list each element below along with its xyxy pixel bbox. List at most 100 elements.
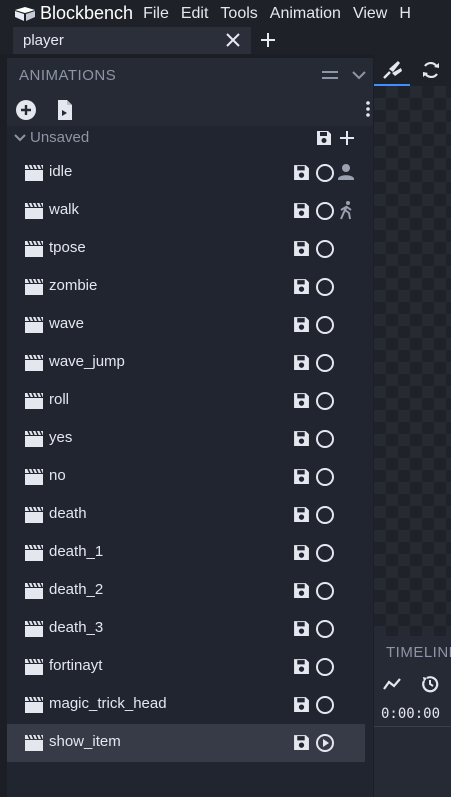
save-icon[interactable] [293,506,310,523]
play-circle-icon[interactable] [315,733,335,753]
animation-row[interactable]: idle [7,154,365,192]
3d-viewport[interactable] [374,86,451,636]
graph-editor-icon[interactable] [382,674,402,694]
animation-row[interactable]: magic_trick_head [7,686,365,724]
menu-view[interactable]: View [353,5,387,23]
timer-icon[interactable] [420,674,440,694]
animation-row[interactable]: death [7,496,365,534]
new-tab-plus-icon[interactable] [258,30,278,50]
panel-menu-icon[interactable] [321,67,339,83]
clapperboard-icon [24,658,44,676]
animation-row[interactable]: zombie [7,268,365,306]
play-toggle-circle-icon[interactable] [315,695,335,715]
close-icon[interactable] [223,30,243,50]
group-name: Unsaved [30,129,90,146]
play-toggle-circle-icon[interactable] [315,315,335,335]
save-icon[interactable] [293,164,310,181]
plus-icon[interactable] [338,129,356,147]
clapperboard-icon [24,582,44,600]
menu-edit[interactable]: Edit [181,5,209,23]
save-icon[interactable] [293,582,310,599]
menu-animation[interactable]: Animation [270,5,341,23]
play-toggle-circle-icon[interactable] [315,163,335,183]
clapperboard-icon [24,202,44,220]
animation-group-unsaved[interactable]: Unsaved [7,126,373,150]
add-animation-button[interactable] [15,99,37,121]
animation-name: death [49,505,87,522]
tab-player[interactable]: player [13,27,251,54]
save-icon[interactable] [293,392,310,409]
timecode-display: 0:00:00 [381,706,441,722]
animation-row[interactable]: wave_jump [7,344,365,382]
rotate-tool-icon[interactable] [420,59,442,81]
animations-panel: ANIMATIONS Unsaved idle walk tpose zombi… [7,58,373,797]
save-icon[interactable] [293,544,310,561]
play-toggle-circle-icon[interactable] [315,581,335,601]
animation-row[interactable]: wave [7,306,365,344]
animation-row[interactable]: tpose [7,230,365,268]
tab-label: player [23,32,64,49]
animation-row[interactable]: no [7,458,365,496]
panel-header: ANIMATIONS [7,58,373,92]
animation-name: death_1 [49,543,104,560]
play-toggle-circle-icon[interactable] [315,467,335,487]
divider [374,726,451,727]
play-toggle-circle-icon[interactable] [315,391,335,411]
play-toggle-circle-icon[interactable] [315,201,335,221]
more-options-icon[interactable] [363,100,373,118]
animation-row[interactable]: death_3 [7,610,365,648]
walking-person-icon[interactable] [337,200,355,220]
animation-row[interactable]: fortinayt [7,648,365,686]
clapperboard-icon [24,164,44,182]
chevron-down-icon[interactable] [13,131,27,145]
play-toggle-circle-icon[interactable] [315,429,335,449]
play-toggle-circle-icon[interactable] [315,543,335,563]
animation-row[interactable]: roll [7,382,365,420]
animation-row[interactable]: walk [7,192,365,230]
timeline-panel: TIMELINE 0:00:00 [374,636,451,797]
save-icon[interactable] [293,468,310,485]
animation-name: zombie [49,277,98,294]
menu-tools[interactable]: Tools [220,5,257,23]
animation-name: show_item [49,733,121,750]
play-toggle-circle-icon[interactable] [315,239,335,259]
save-icon[interactable] [293,202,310,219]
import-animation-file-icon[interactable] [55,99,75,121]
animation-name: wave_jump [49,353,125,370]
viewport-toolbar [374,54,451,86]
play-toggle-circle-icon[interactable] [315,277,335,297]
play-toggle-circle-icon[interactable] [315,619,335,639]
play-toggle-circle-icon[interactable] [315,505,335,525]
animation-row[interactable]: death_1 [7,534,365,572]
animation-name: tpose [49,239,86,256]
clapperboard-icon [24,392,44,410]
save-icon[interactable] [293,696,310,713]
person-icon[interactable] [337,162,355,182]
animation-row[interactable]: yes [7,420,365,458]
play-toggle-circle-icon[interactable] [315,657,335,677]
save-icon[interactable] [293,620,310,637]
chevron-down-icon[interactable] [351,68,367,82]
save-icon[interactable] [293,430,310,447]
animation-list: idle walk tpose zombie wave wave_jumproll yes n… [7,154,373,762]
save-icon[interactable] [293,354,310,371]
animation-name: walk [49,201,80,218]
save-icon[interactable] [316,130,332,146]
clapperboard-icon [24,354,44,372]
save-icon[interactable] [293,240,310,257]
clapperboard-icon [24,544,44,562]
animation-row[interactable]: death_2 [7,572,365,610]
animation-name: wave [49,315,85,332]
save-icon[interactable] [293,316,310,333]
menu-file[interactable]: File [143,5,169,23]
save-icon[interactable] [293,734,310,751]
timeline-title: TIMELINE [386,644,451,661]
save-icon[interactable] [293,278,310,295]
save-icon[interactable] [293,658,310,675]
blockbench-logo-icon [10,0,40,27]
animation-row[interactable]: show_item [7,724,365,762]
menu-help[interactable]: H [399,5,411,23]
play-toggle-circle-icon[interactable] [315,353,335,373]
move-tool-button[interactable] [374,54,410,86]
panel-title: ANIMATIONS [19,66,117,84]
